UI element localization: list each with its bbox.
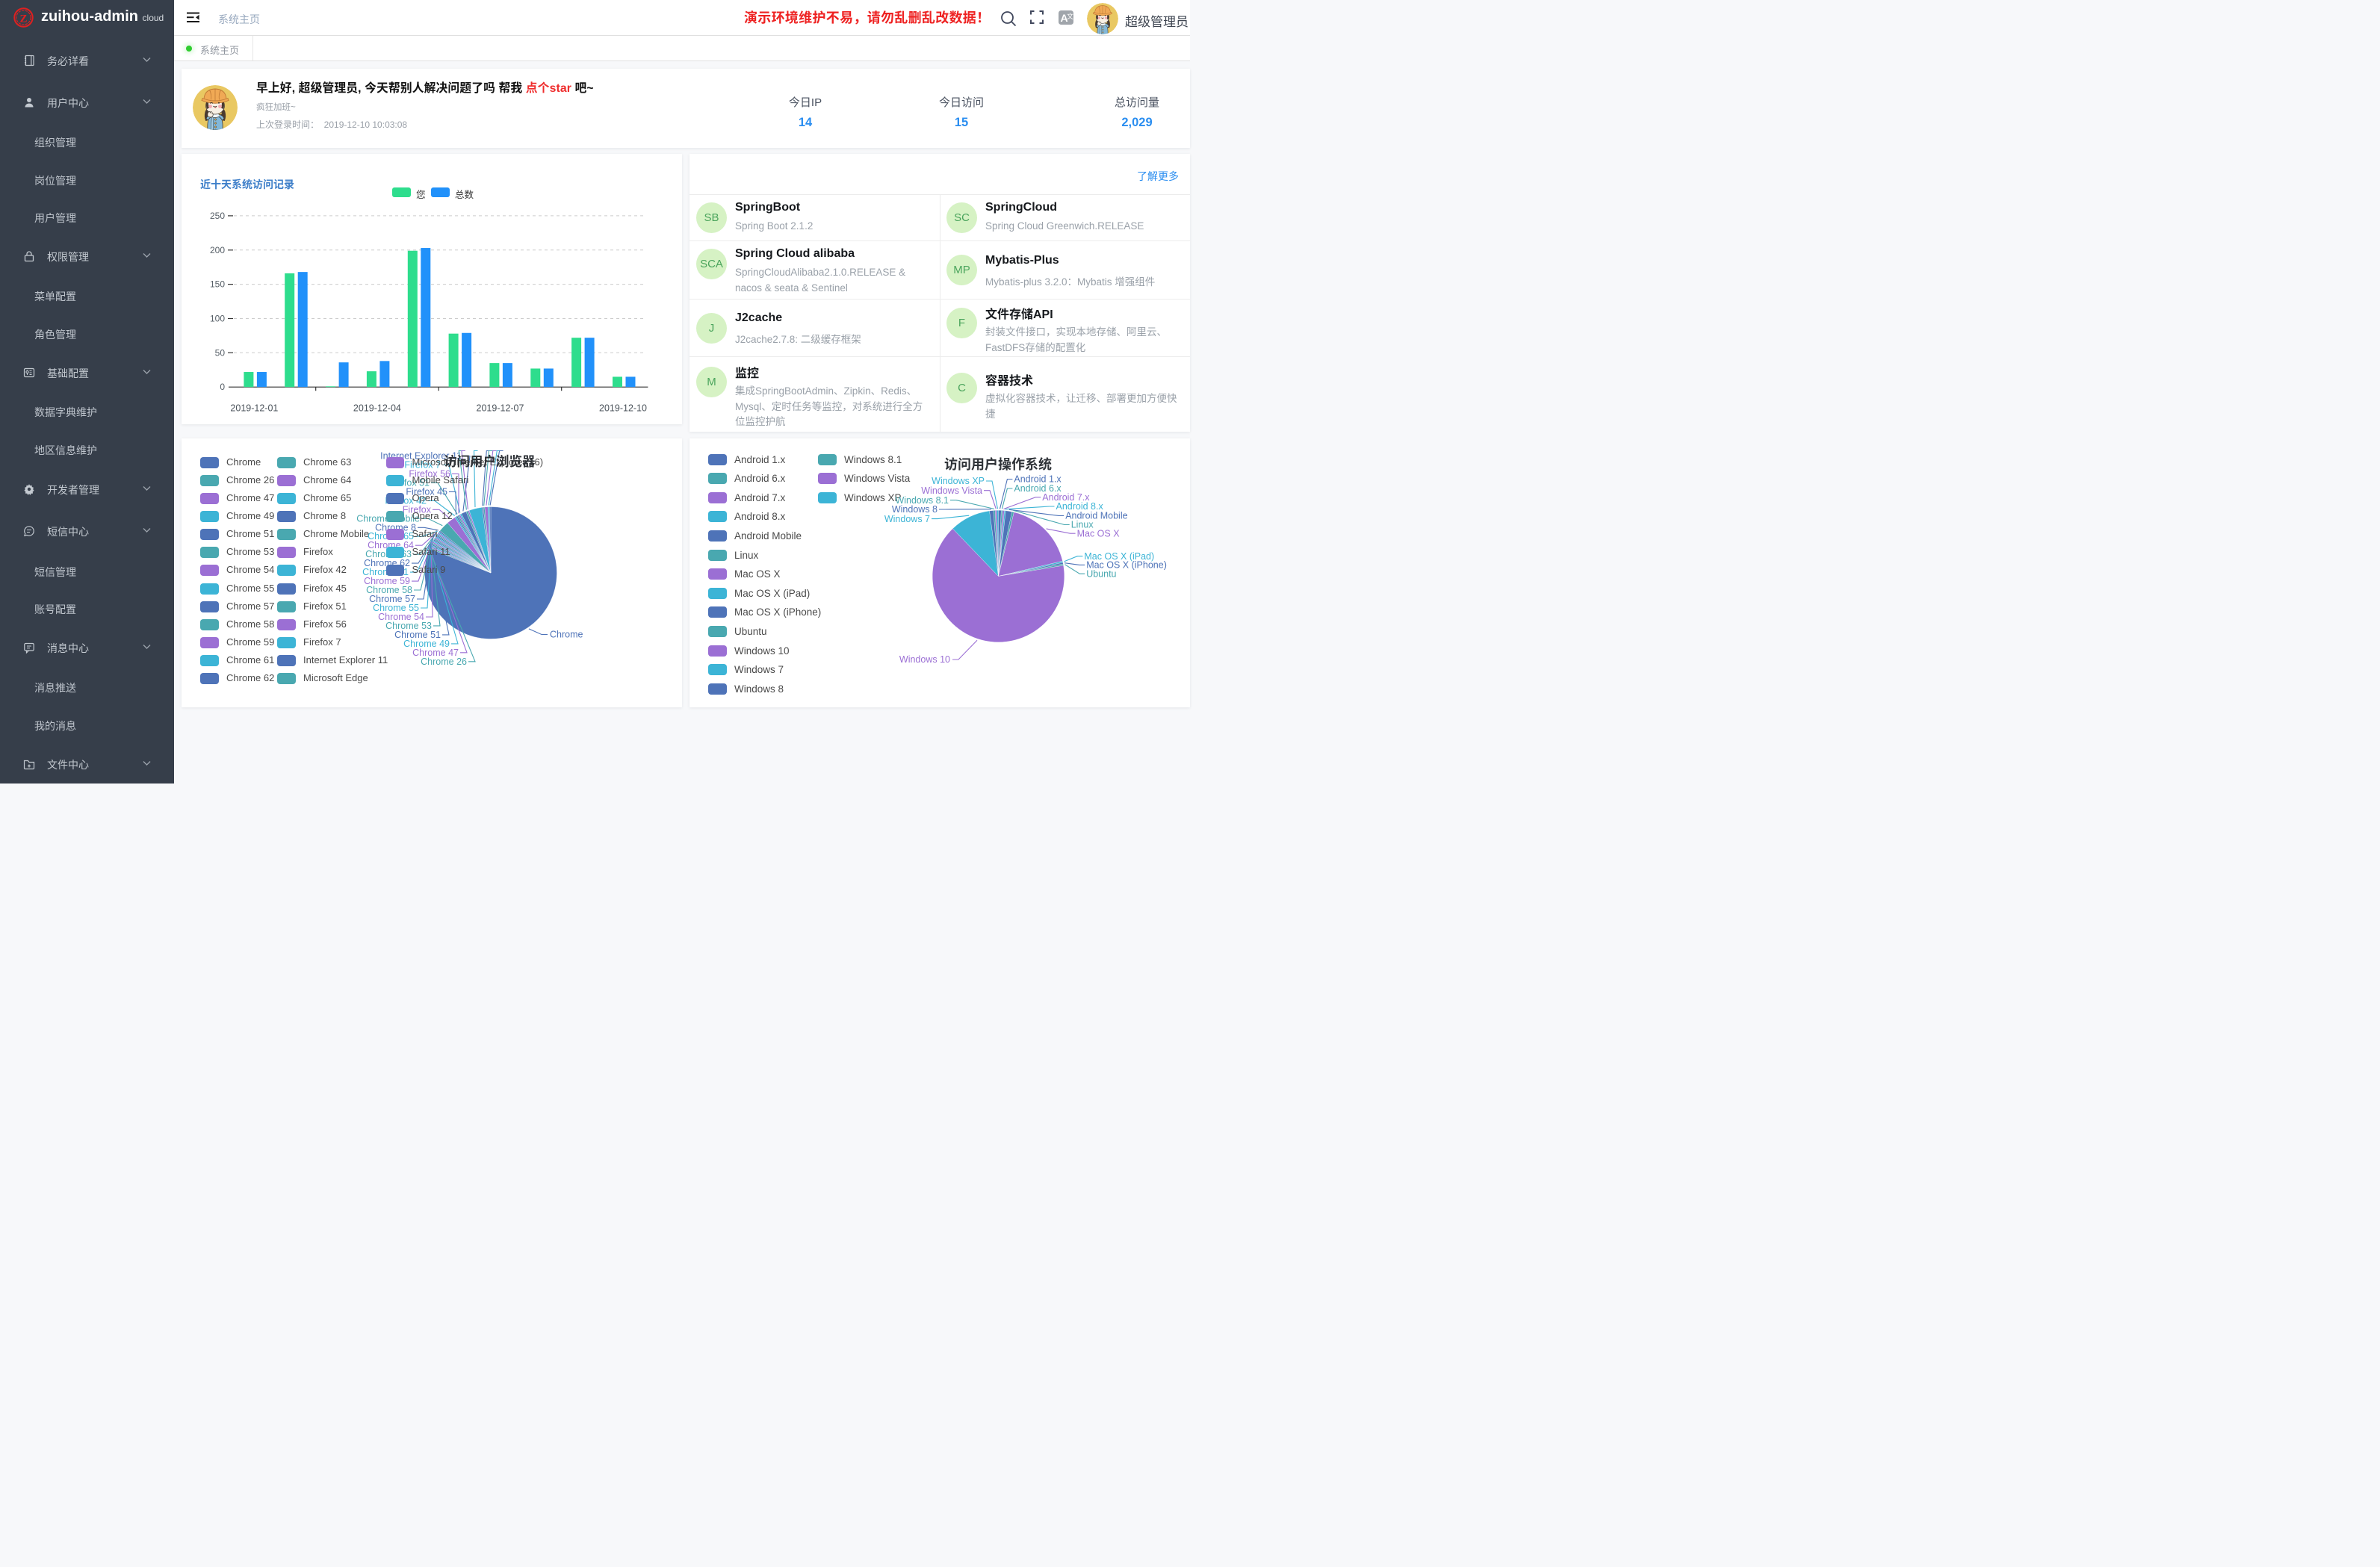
svg-text:Chrome 26: Chrome 26	[421, 657, 467, 667]
svg-text:2019-12-07: 2019-12-07	[477, 403, 524, 414]
svg-text:100: 100	[210, 314, 225, 324]
svg-text:250: 250	[210, 211, 225, 221]
svg-text:Chrome: Chrome	[550, 630, 583, 640]
svg-text:150: 150	[210, 279, 225, 290]
svg-text:Ubuntu: Ubuntu	[1086, 568, 1116, 579]
svg-text:Mac OS X: Mac OS X	[1077, 528, 1121, 539]
svg-text:Z: Z	[19, 13, 27, 25]
svg-text:0: 0	[220, 382, 225, 392]
svg-text:200: 200	[210, 245, 225, 255]
svg-text:2019-12-10: 2019-12-10	[599, 403, 647, 414]
svg-text:Windows 7: Windows 7	[884, 514, 930, 524]
svg-text:2019-12-01: 2019-12-01	[230, 403, 278, 414]
svg-text:Windows Vista: Windows Vista	[921, 485, 982, 496]
svg-text:50: 50	[215, 347, 226, 358]
svg-text:2019-12-04: 2019-12-04	[353, 403, 401, 414]
svg-text:Windows 10: Windows 10	[899, 654, 950, 665]
